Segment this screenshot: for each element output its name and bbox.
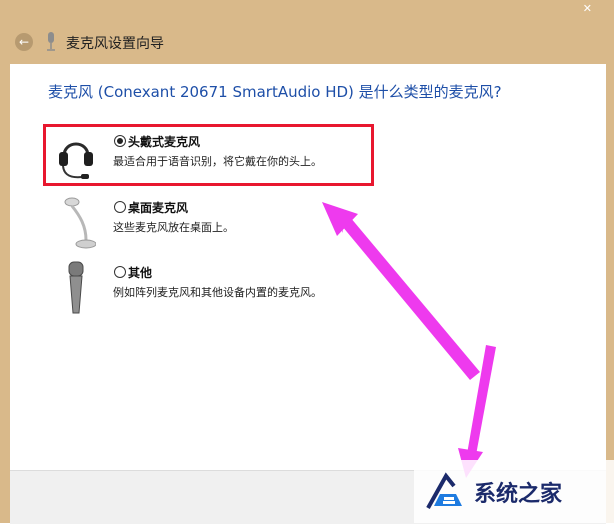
wizard-title: 麦克风设置向导 [66, 36, 164, 52]
option-desktop[interactable]: 桌面麦克风 这些麦克风放在桌面上。 [38, 196, 538, 256]
radio-desktop[interactable] [114, 201, 126, 213]
house-logo-icon [426, 472, 462, 509]
highlight-box [43, 124, 374, 186]
option-label: 其他 [128, 266, 153, 280]
window-frame-right [606, 0, 614, 523]
option-description: 例如阵列麦克风和其他设备内置的麦克风。 [113, 286, 322, 299]
option-label: 桌面麦克风 [128, 201, 189, 215]
desktop-mic-icon [64, 197, 96, 249]
back-button[interactable]: ← [15, 33, 33, 51]
arrow-left-icon: ← [18, 35, 30, 49]
handheld-mic-icon [68, 261, 84, 314]
watermark-text: 系统之家 [474, 482, 563, 507]
window-frame-left [0, 0, 10, 523]
wizard-header: ← 麦克风设置向导 [10, 28, 606, 64]
page-question: 麦克风 (Conexant 20671 SmartAudio HD) 是什么类型… [48, 83, 502, 101]
option-other[interactable]: 其他 例如阵列麦克风和其他设备内置的麦克风。 [38, 261, 538, 321]
option-description: 这些麦克风放在桌面上。 [113, 221, 234, 234]
watermark: 系统之家 [414, 460, 614, 523]
microphone-icon [47, 32, 55, 51]
radio-other[interactable] [114, 266, 126, 278]
close-icon[interactable]: ✕ [583, 2, 592, 15]
